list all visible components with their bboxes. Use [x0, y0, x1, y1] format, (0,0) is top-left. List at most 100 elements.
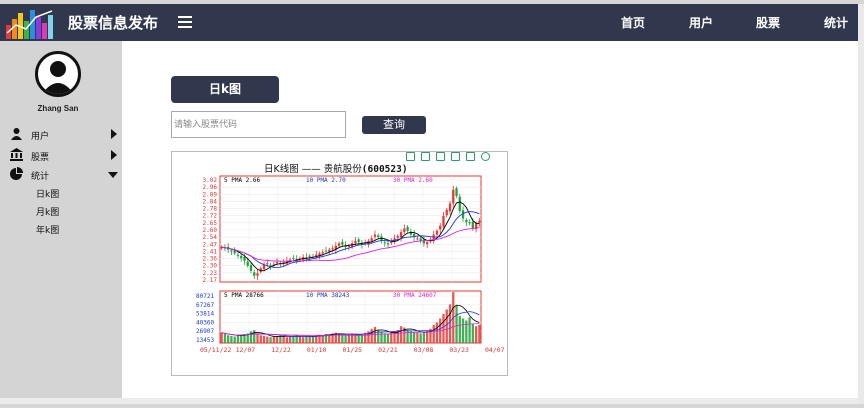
user-icon [11, 128, 22, 140]
data-view-icon[interactable] [421, 152, 430, 161]
volume-bar [350, 333, 354, 343]
query-button[interactable]: 查询 [362, 116, 426, 134]
app-window: 股票信息发布 首页 用户 股票 统计 Zhang San 用户 股票 统计 日k… [0, 4, 858, 404]
volume-tick-label: 80721 [196, 293, 214, 300]
x-tick-label: 05/11/22 [200, 346, 231, 354]
candle-body [308, 255, 311, 257]
volume-bar [227, 335, 230, 343]
volume-ma-label: 5 PMA 28766 [224, 292, 264, 299]
volume-bar [393, 331, 396, 343]
bar-chart-logo-icon[interactable] [6, 7, 54, 39]
nav-users[interactable]: 用户 [689, 14, 713, 31]
nav-stocks[interactable]: 股票 [756, 14, 780, 31]
vertical-scrollbar[interactable] [858, 4, 864, 404]
volume-bar [383, 333, 386, 343]
x-tick-label: 03/23 [449, 346, 469, 354]
volume-bar [399, 326, 403, 343]
volume-bar [448, 304, 452, 343]
candle-body [328, 249, 331, 252]
volume-bar [220, 332, 223, 343]
x-tick-label: 01/25 [343, 346, 363, 354]
candle-body [236, 254, 240, 256]
volume-bar [311, 336, 315, 343]
copy-icon[interactable] [406, 152, 415, 161]
volume-bar [474, 326, 478, 343]
candle-body [357, 239, 360, 243]
hamburger-icon[interactable] [178, 16, 192, 28]
candle-body [445, 209, 448, 216]
volume-tick-label: 40360 [196, 319, 214, 326]
x-tick-label: 02/21 [378, 346, 398, 354]
volume-bar [458, 315, 461, 343]
x-tick-label: 03/08 [414, 346, 434, 354]
volume-bar [419, 333, 422, 343]
price-tick-label: 2.60 [203, 227, 218, 234]
stock-code-input[interactable] [171, 111, 346, 138]
volume-bar [233, 336, 236, 343]
volume-bar [357, 335, 360, 343]
candle-body [230, 250, 233, 252]
sidebar-item-stocks[interactable]: 股票 [10, 148, 120, 163]
nav-home[interactable]: 首页 [621, 14, 645, 31]
candle-body [370, 238, 373, 241]
volume-bar [302, 337, 305, 343]
candle-body [442, 215, 445, 227]
volume-bar [432, 324, 435, 343]
kline-chart: 日K线图 —— 贵航股份(600523) 3.02 2.96 2.89 2.84 2.7… [171, 151, 508, 376]
candle-body [240, 255, 243, 259]
sidebar-item-stats[interactable]: 统计 [10, 167, 120, 182]
horizontal-scrollbar[interactable] [0, 398, 858, 404]
volume-bar [282, 336, 285, 343]
volume-bar [406, 330, 409, 343]
user-avatar-icon[interactable] [35, 51, 81, 97]
volume-bar [259, 335, 262, 343]
candle-body [435, 230, 439, 235]
volume-bar [275, 335, 279, 343]
price-tick-label: 3.02 [203, 177, 218, 184]
candle-body [321, 252, 324, 254]
volume-bar [409, 331, 412, 343]
day-k-tab[interactable]: 日k图 [171, 76, 279, 103]
volume-bar [380, 332, 383, 343]
volume-bar [412, 332, 416, 343]
candle-body [243, 256, 246, 261]
price-tick-label: 2.89 [203, 191, 218, 198]
price-ma-line [221, 211, 480, 268]
candle-body [275, 262, 279, 264]
volume-bar [344, 335, 347, 343]
sidebar-item-label: 统计 [31, 172, 50, 182]
settings-icon[interactable] [481, 152, 490, 161]
candle-body [422, 239, 426, 244]
x-tick-label: 01/10 [307, 346, 327, 354]
submenu-day-k[interactable]: 日k图 [36, 187, 59, 200]
candle-body [256, 273, 259, 276]
restore-icon[interactable] [451, 152, 460, 161]
volume-bar [471, 323, 474, 343]
sidebar-item-users[interactable]: 用户 [10, 127, 120, 142]
volume-tick-label: 53814 [196, 311, 214, 318]
submenu-year-k[interactable]: 年k图 [36, 223, 59, 236]
volume-tick-label: 26907 [196, 328, 214, 335]
candle-body [403, 228, 406, 233]
submenu-month-k[interactable]: 月k图 [36, 205, 59, 218]
candle-body [324, 250, 328, 252]
volume-bar [256, 333, 259, 343]
save-image-icon[interactable] [466, 152, 475, 161]
volume-bar [292, 335, 295, 343]
volume-bar [445, 309, 448, 343]
nav-stats[interactable]: 统计 [824, 14, 848, 31]
volume-bar [230, 335, 233, 343]
volume-bar [298, 336, 302, 343]
kline-svg: 3.022.962.892.842.782.722.652.602.542.47… [196, 175, 505, 354]
price-tick-label: 2.17 [203, 277, 218, 284]
volume-bar [308, 335, 311, 343]
candle-body [253, 272, 256, 276]
zoom-icon[interactable] [436, 152, 445, 161]
candle-body [452, 189, 455, 204]
price-ma-label: 10 PMA 2.70 [306, 177, 346, 184]
candle-body [396, 235, 399, 238]
candle-body [399, 232, 403, 238]
volume-bar [262, 335, 266, 343]
volume-bar [354, 334, 357, 343]
volume-bar [321, 335, 324, 343]
